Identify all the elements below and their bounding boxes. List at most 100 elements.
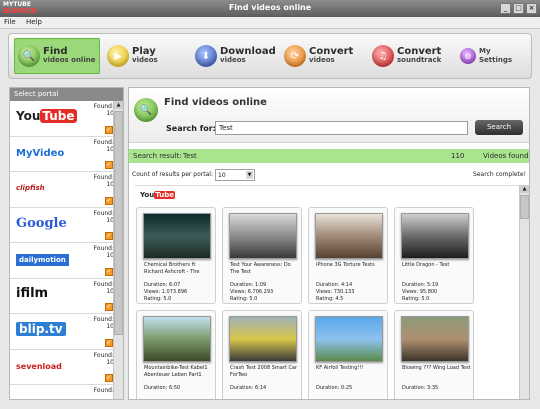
minimize-icon[interactable]: _ xyxy=(500,3,511,14)
results-scrollbar[interactable]: ▲ xyxy=(519,185,529,399)
portal-checkbox[interactable]: ✓ xyxy=(105,303,113,311)
download-videos-button[interactable]: ⬇ Download videos xyxy=(195,38,276,74)
google-logo: Google xyxy=(16,215,67,231)
video-thumbnail[interactable] xyxy=(315,316,383,362)
download-icon: ⬇ xyxy=(195,45,217,67)
music-note-icon: ♫ xyxy=(372,45,394,67)
result-label: Search result: xyxy=(133,152,182,160)
portal-checkbox[interactable]: ✓ xyxy=(105,232,113,240)
video-rating: Rating: 5.0 xyxy=(144,296,172,302)
video-thumbnail[interactable] xyxy=(315,213,383,259)
video-thumbnail[interactable] xyxy=(229,213,297,259)
convert-icon: ⟳ xyxy=(284,45,306,67)
result-bar: Search result: Test 110 Videos found xyxy=(129,149,529,163)
video-card[interactable]: Crash Test 2008 Smart Car ForTwo Duratio… xyxy=(222,310,302,399)
video-card[interactable]: Little Dragon - Test Duration: 5:19 Views… xyxy=(394,207,474,304)
video-card[interactable]: KF Airfoil Testing!!! Duration: 0:25 xyxy=(308,310,388,399)
scroll-up-icon[interactable]: ▲ xyxy=(520,185,529,193)
count-select[interactable]: 10 ▼ xyxy=(215,169,255,181)
result-count: 110 xyxy=(451,152,465,160)
search-button[interactable]: Search xyxy=(475,120,523,135)
found-count: Found: 10 xyxy=(94,281,114,295)
found-value: 10 xyxy=(106,358,114,366)
video-card[interactable]: Blowing ??? Wing Load Test Duration: 3:3… xyxy=(394,310,474,399)
portal-ifilm[interactable]: ifilm Found: 10 ✓ xyxy=(10,279,114,314)
video-rating: Rating: 4.5 xyxy=(316,296,344,302)
found-label: Found: xyxy=(93,245,114,252)
myvideo-logo: MyVideo xyxy=(16,147,65,159)
search-input[interactable]: Test xyxy=(215,121,468,135)
portal-myvideo[interactable]: MyVideo Found: 10 ✓ xyxy=(10,137,114,172)
scroll-thumb[interactable] xyxy=(114,111,123,335)
scroll-up-icon[interactable]: ▲ xyxy=(114,101,123,109)
result-query: Test xyxy=(183,152,197,160)
portal-checkbox[interactable]: ✓ xyxy=(105,374,113,382)
found-value: 10 xyxy=(106,216,114,224)
portal-partial[interactable]: Found: xyxy=(10,385,114,399)
result-suffix: Videos found xyxy=(483,152,529,160)
find-videos-button[interactable]: 🔍 Find videos online xyxy=(14,38,101,74)
video-card[interactable]: Mountainbike-Test Kabel1 Abenteuer Leben… xyxy=(136,310,216,399)
video-duration: Duration: 5:19 xyxy=(402,282,439,288)
portal-checkbox[interactable]: ✓ xyxy=(105,125,113,134)
video-thumbnail[interactable] xyxy=(401,316,469,362)
convert-videos-button[interactable]: ⟳ Convert videos xyxy=(284,38,353,74)
find-sublabel: videos online xyxy=(43,56,96,64)
video-card[interactable]: Test Your Awareness: Do The Test Duratio… xyxy=(222,207,302,304)
portal-checkbox[interactable]: ✓ xyxy=(105,161,113,169)
video-title: Test Your Awareness: Do The Test xyxy=(230,262,291,275)
portal-bliptv[interactable]: blip.tv Found: 10 ✓ xyxy=(10,314,114,350)
found-count: Found: 10 xyxy=(94,352,114,366)
soundtrack-sublabel: soundtrack xyxy=(397,56,442,64)
video-duration: Duration: 6:07 xyxy=(144,282,181,288)
portal-youtube[interactable]: You Tube Found: 10 ✓ xyxy=(10,101,114,137)
menu-help[interactable]: Help xyxy=(22,17,46,27)
video-card[interactable]: iPhone 3G Torture Tests Duration: 4:14 Vi… xyxy=(308,207,388,304)
video-info: Duration: 3:35 xyxy=(402,385,438,392)
close-icon[interactable]: × xyxy=(526,3,537,14)
menu-file[interactable]: File xyxy=(0,17,20,27)
search-icon: 🔍 xyxy=(18,45,40,67)
portal-sidebar: Select portal You Tube Found: 10 ✓ MyVideo… xyxy=(9,87,124,400)
video-thumbnail[interactable] xyxy=(143,213,211,259)
found-value: 10 xyxy=(106,287,114,295)
found-label: Found: xyxy=(93,209,114,217)
found-value: 10 xyxy=(106,181,114,188)
play-sublabel: videos xyxy=(132,56,158,64)
portal-checkbox[interactable]: ✓ xyxy=(105,267,113,276)
youtube-logo: You Tube xyxy=(16,109,77,123)
sevenload-logo: sevenload xyxy=(16,361,62,371)
portal-dailymotion[interactable]: dailymotion Found: 10 ✓ xyxy=(10,243,114,279)
sidebar-scrollbar[interactable]: ▲ xyxy=(113,101,123,399)
video-duration: Duration: 1:09 xyxy=(230,282,267,288)
video-rating: Rating: 5.0 xyxy=(402,296,430,302)
settings-label: My xyxy=(479,47,491,55)
found-label: Found: xyxy=(93,138,114,146)
video-info: Duration: 6:07 Views: 1.073.896 Rating: 5.… xyxy=(144,282,187,303)
video-info: Duration: 5:19 Views: 95.800 Rating: 5.0 xyxy=(402,282,438,303)
video-views: Views: 95.800 xyxy=(402,289,438,295)
play-label: Play xyxy=(132,46,156,57)
maximize-icon[interactable]: □ xyxy=(513,3,524,14)
video-card[interactable]: Chemical Brothers ft Richard Ashcroft - … xyxy=(136,207,216,304)
play-videos-button[interactable]: ▶ Play videos xyxy=(107,38,158,74)
found-value: 10 xyxy=(106,110,114,117)
scroll-thumb[interactable] xyxy=(520,195,529,219)
portal-checkbox[interactable]: ✓ xyxy=(105,196,113,205)
play-icon: ▶ xyxy=(107,45,129,67)
convert-soundtrack-button[interactable]: ♫ Convert soundtrack xyxy=(372,38,441,74)
video-thumbnail[interactable] xyxy=(229,316,297,362)
my-settings-button[interactable]: ⚙ My Settings xyxy=(460,38,512,74)
video-duration: Duration: 3:35 xyxy=(402,385,439,391)
portal-sevenload[interactable]: sevenload Found: 10 ✓ xyxy=(10,350,114,385)
portal-google[interactable]: Google Found: 10 ✓ xyxy=(10,208,114,243)
video-title: Mountainbike-Test Kabel1 Abenteuer Leben… xyxy=(144,365,208,378)
video-thumbnail[interactable] xyxy=(401,213,469,259)
video-thumbnail[interactable] xyxy=(143,316,211,362)
search-label: Search for: xyxy=(166,124,216,133)
video-title: Little Dragon - Test xyxy=(402,262,450,268)
found-count: Found: 10 xyxy=(94,174,114,188)
search-status: Search complete! xyxy=(473,171,526,178)
portal-clipfish[interactable]: clipfish Found: 10 ✓ xyxy=(10,172,114,208)
portal-checkbox[interactable]: ✓ xyxy=(105,338,113,347)
